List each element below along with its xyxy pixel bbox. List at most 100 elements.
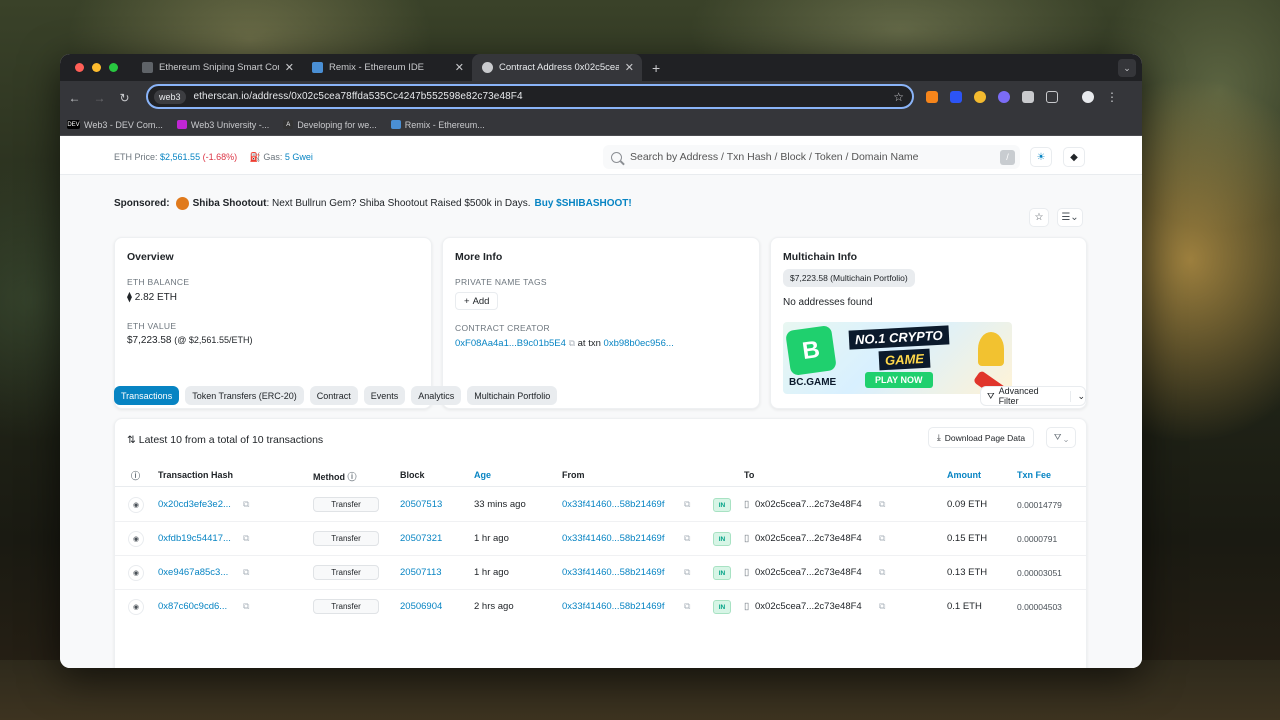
copy-icon[interactable]: ⧉	[684, 601, 690, 612]
tab-transactions[interactable]: Transactions	[114, 386, 180, 405]
column-method: Method ⓘ	[313, 470, 357, 483]
txn-hash-link[interactable]: 0x20cd3efe3e2...	[158, 499, 231, 510]
txn-fee-value: 0.00014779	[1017, 500, 1062, 510]
copy-icon[interactable]: ⧉	[569, 338, 575, 348]
new-tab-icon[interactable]: +	[652, 60, 660, 76]
bookmark-item[interactable]: DEV Web3 - DEV Com...	[67, 120, 163, 130]
theme-toggle-sun-icon[interactable]: ☀	[1030, 147, 1052, 167]
browser-tab[interactable]: Ethereum Sniping Smart Con ✕	[132, 54, 302, 81]
in-badge: IN	[713, 566, 731, 580]
forward-arrow-icon[interactable]: →	[87, 91, 112, 105]
close-tab-icon[interactable]: ✕	[455, 61, 464, 74]
search-placeholder: Search by Address / Txn Hash / Block / T…	[630, 151, 919, 163]
help-circle-icon[interactable]: ⓘ	[348, 472, 357, 482]
txn-hash-link[interactable]: 0xe9467a85c3...	[158, 567, 228, 578]
eye-preview-icon[interactable]: ◉	[128, 531, 144, 547]
txn-hash-link[interactable]: 0xfdb19c54417...	[158, 533, 231, 544]
download-page-data-button[interactable]: ⤓ Download Page Data	[928, 427, 1035, 448]
tab-analytics[interactable]: Analytics	[411, 386, 462, 405]
tab-search-chevron-icon[interactable]: ⌄	[1118, 59, 1136, 77]
remix-favicon-icon	[390, 120, 401, 129]
copy-icon[interactable]: ⧉	[684, 567, 690, 578]
block-link[interactable]: 20507113	[400, 567, 442, 578]
close-tab-icon[interactable]: ✕	[285, 61, 294, 74]
globe-extension-icon[interactable]	[998, 91, 1010, 103]
ethereum-network-icon[interactable]: ◆	[1063, 147, 1085, 167]
copy-icon[interactable]: ⧉	[879, 533, 885, 544]
bookmark-star-icon[interactable]: ☆	[893, 90, 904, 104]
download-icon: ⤓	[937, 432, 941, 442]
multichain-portfolio-badge[interactable]: $7,223.58 (Multichain Portfolio)	[783, 269, 915, 287]
coin-extension-icon[interactable]	[974, 91, 986, 103]
info-circle-icon[interactable]: ⓘ	[131, 469, 140, 482]
column-age-toggle[interactable]: Age	[474, 470, 491, 480]
advanced-filter-button[interactable]: ⛛ Advanced Filter ⌄	[980, 386, 1086, 406]
column-txn-fee-toggle[interactable]: Txn Fee	[1017, 470, 1051, 480]
bc-game-ad-banner[interactable]: B BC.GAME NO.1 CRYPTO GAME PLAY NOW	[783, 322, 1012, 394]
table-filter-icon[interactable]: ⛛ ⌄	[1046, 427, 1076, 448]
block-link[interactable]: 20507321	[400, 533, 442, 544]
minimize-window-button[interactable]	[92, 63, 101, 72]
tab-token-transfers[interactable]: Token Transfers (ERC-20)	[185, 386, 304, 405]
from-address-link[interactable]: 0x33f41460...58b21469f	[562, 567, 664, 578]
ad-play-now-button[interactable]: PLAY NOW	[865, 372, 933, 388]
bookmark-item[interactable]: A Developing for we...	[283, 120, 377, 130]
eth-price-info: ETH Price: $2,561.55 (-1.68%) ⛽ Gas: 5 G…	[114, 152, 313, 163]
eth-price-value[interactable]: $2,561.55	[160, 152, 200, 162]
from-address-link[interactable]: 0x33f41460...58b21469f	[562, 533, 664, 544]
gas-label: Gas:	[263, 152, 283, 162]
tab-multichain-portfolio[interactable]: Multichain Portfolio	[467, 386, 558, 405]
tab-contract[interactable]: Contract	[309, 386, 358, 405]
more-options-menu-icon[interactable]: ☰⌄	[1057, 208, 1083, 227]
add-name-tag-button[interactable]: + Add	[455, 292, 499, 310]
block-link[interactable]: 20507513	[400, 499, 442, 510]
bookmark-item[interactable]: Remix - Ethereum...	[390, 119, 485, 130]
copy-icon[interactable]: ⧉	[684, 533, 690, 544]
address-bar[interactable]: web3 etherscan.io/address/0x02c5cea78ffd…	[146, 84, 914, 109]
favorite-star-button[interactable]: ☆	[1029, 208, 1049, 227]
from-address-link[interactable]: 0x33f41460...58b21469f	[562, 499, 664, 510]
creation-txn-link[interactable]: 0xb98b0ec956...	[604, 338, 674, 349]
copy-icon[interactable]: ⧉	[243, 499, 249, 510]
bookmark-item[interactable]: Web3 University -...	[176, 120, 269, 130]
copy-icon[interactable]: ⧉	[243, 601, 249, 612]
wallet-extension-icon[interactable]	[950, 91, 962, 103]
from-address-link[interactable]: 0x33f41460...58b21469f	[562, 601, 664, 612]
bookmark-label: Remix - Ethereum...	[404, 119, 485, 130]
close-tab-icon[interactable]: ✕	[625, 61, 634, 74]
copy-icon[interactable]: ⧉	[879, 567, 885, 578]
tab-events[interactable]: Events	[363, 386, 406, 405]
browser-tab-active[interactable]: Contract Address 0x02c5cea ✕	[472, 54, 642, 81]
creator-address-link[interactable]: 0xF08Aa4a1...B9c01b5E4	[455, 338, 566, 349]
etherscan-favicon-icon	[482, 62, 493, 73]
copy-icon[interactable]: ⧉	[684, 499, 690, 510]
txn-hash-link[interactable]: 0x87c60c9cd6...	[158, 601, 227, 612]
copy-icon[interactable]: ⧉	[879, 601, 885, 612]
eye-preview-icon[interactable]: ◉	[128, 565, 144, 581]
copy-icon[interactable]: ⧉	[243, 567, 249, 578]
gas-value[interactable]: 5 Gwei	[285, 152, 313, 162]
eye-preview-icon[interactable]: ◉	[128, 599, 144, 615]
eye-preview-icon[interactable]: ◉	[128, 497, 144, 513]
maximize-window-button[interactable]	[109, 63, 118, 72]
reload-icon[interactable]: ↻	[112, 91, 137, 105]
site-chip[interactable]: web3	[154, 89, 186, 104]
profile-avatar-icon[interactable]	[1082, 91, 1094, 103]
close-window-button[interactable]	[75, 63, 84, 72]
browser-tab[interactable]: Remix - Ethereum IDE ✕	[302, 54, 472, 81]
copy-icon[interactable]: ⧉	[879, 499, 885, 510]
metamask-extension-icon[interactable]	[926, 91, 938, 103]
copy-icon[interactable]: ⧉	[243, 533, 249, 544]
browser-menu-icon[interactable]: ⋮	[1106, 90, 1118, 104]
url-text[interactable]: etherscan.io/address/0x02c5cea78ffda535C…	[194, 91, 894, 102]
back-arrow-icon[interactable]: ←	[62, 91, 87, 105]
column-amount-toggle[interactable]: Amount	[947, 470, 981, 480]
method-badge: Transfer	[313, 565, 379, 580]
puzzle-extensions-icon[interactable]	[1046, 91, 1058, 103]
eth-balance-value: 2.82 ETH	[134, 292, 177, 303]
sponsored-cta-link[interactable]: Buy $SHIBASHOOT!	[535, 198, 632, 209]
block-link[interactable]: 20506904	[400, 601, 442, 612]
grid-extension-icon[interactable]	[1022, 91, 1034, 103]
search-input[interactable]: Search by Address / Txn Hash / Block / T…	[603, 145, 1020, 169]
chevron-down-icon[interactable]: ⌄	[1070, 390, 1085, 402]
